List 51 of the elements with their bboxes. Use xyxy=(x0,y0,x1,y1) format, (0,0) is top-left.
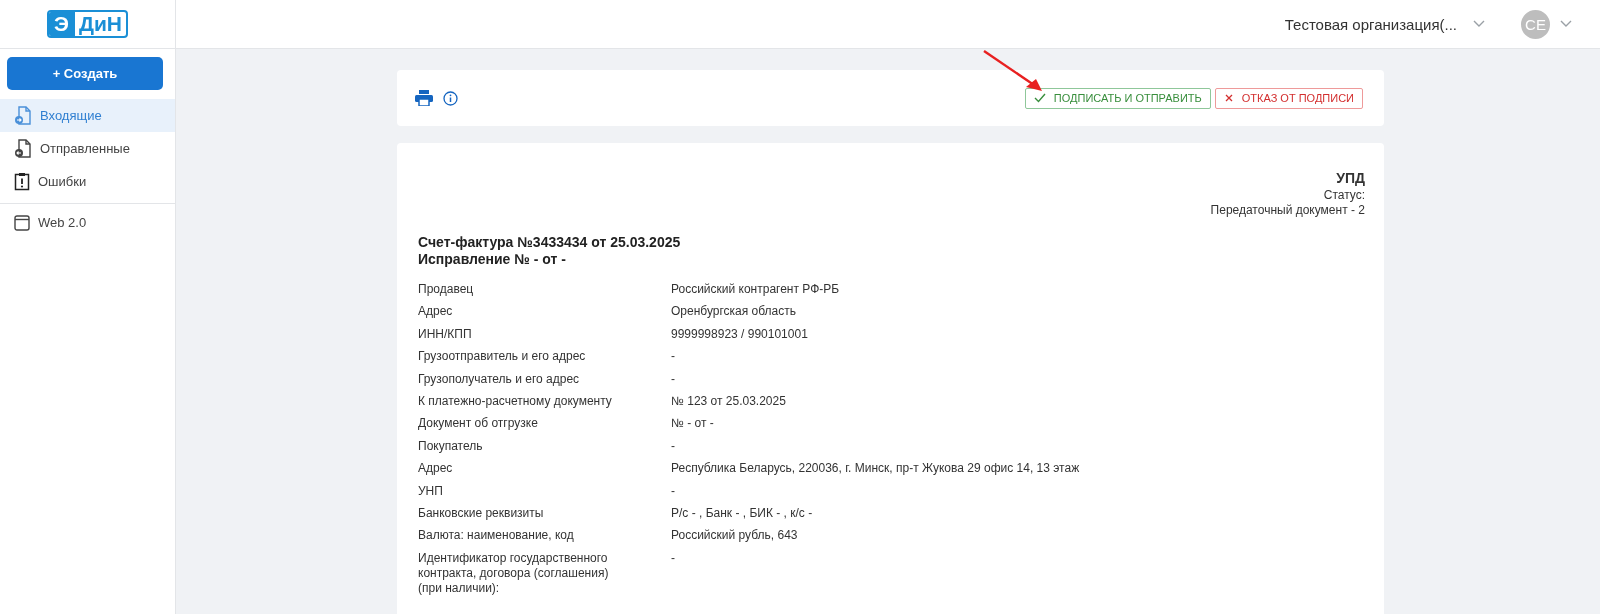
field-value: - xyxy=(671,550,676,567)
info-icon[interactable] xyxy=(443,90,458,106)
sidebar-item[interactable]: Ошибки xyxy=(0,165,175,198)
field-label: Адрес xyxy=(418,304,454,320)
field-value: 9999998923 / 990101001 xyxy=(671,326,809,342)
document-function: Передаточный документ - 2 xyxy=(1209,203,1365,218)
correction-line: Исправление № - от - xyxy=(418,251,567,268)
sidebar-item[interactable]: Входящие xyxy=(0,99,175,132)
field-value: Российский контрагент РФ-РБ xyxy=(671,282,841,297)
field-label: К платежно-расчетному документу xyxy=(418,393,613,409)
field-value: № - от - xyxy=(671,416,715,432)
field-label: Грузоотправитель и его адрес xyxy=(418,349,587,365)
create-button[interactable]: + Создать xyxy=(7,57,163,90)
chevron-down-icon[interactable] xyxy=(1560,20,1572,28)
printer-icon[interactable] xyxy=(415,90,433,106)
field-value: - xyxy=(671,438,676,454)
field-label: Банковские реквизиты xyxy=(418,505,545,521)
organization-selector[interactable]: Тестовая организация(... xyxy=(1284,15,1457,33)
status-label: Статус: xyxy=(1322,188,1365,203)
document-title: Счет-фактура №3433434 от 25.03.2025 xyxy=(418,234,682,251)
field-value: Российский рубль, 643 xyxy=(671,528,799,544)
document-type: УПД xyxy=(1335,169,1365,188)
clipboard-alert-icon xyxy=(14,172,30,191)
logo[interactable]: Э ДиН xyxy=(47,10,128,38)
field-value: Р/с - , Банк - , БИК - , к/с - xyxy=(671,505,814,521)
field-value: - xyxy=(671,371,676,387)
field-label: Покупатель xyxy=(418,438,484,454)
field-label: Идентификатор государственного контракта, договора (соглашения) (при наличии): xyxy=(418,550,610,596)
close-icon xyxy=(1223,93,1234,103)
field-label: Адрес xyxy=(418,461,454,477)
field-value: - xyxy=(671,349,676,365)
reject-signature-button[interactable]: ОТКАЗ ОТ ПОДПИСИ xyxy=(1214,87,1363,109)
field-label: Валюта: наименование, код xyxy=(418,528,575,544)
sidebar-item[interactable]: Отправленные xyxy=(0,132,175,165)
field-value: - xyxy=(671,483,676,499)
document-out-icon xyxy=(14,138,32,159)
field-label: УНП xyxy=(418,483,444,499)
field-label: Грузополучатель и его адрес xyxy=(418,371,581,387)
field-label: ИНН/КПП xyxy=(418,326,473,342)
chevron-down-icon[interactable] xyxy=(1473,20,1485,28)
check-icon xyxy=(1033,93,1046,103)
field-value: № 123 от 25.03.2025 xyxy=(671,393,787,409)
window-icon xyxy=(14,214,30,231)
field-label: Продавец xyxy=(418,282,475,297)
field-value: Республика Беларусь, 220036, г. Минск, пр-т Жукова 29 офис 14, 13 этаж xyxy=(671,461,1081,477)
field-value: Оренбургская область xyxy=(671,304,798,320)
annotation-arrow xyxy=(982,49,1044,93)
sign-and-send-button[interactable]: ПОДПИСАТЬ И ОТПРАВИТЬ xyxy=(1024,87,1211,109)
sidebar-item[interactable]: Web 2.0 xyxy=(0,206,175,239)
field-label: Документ об отгрузке xyxy=(418,416,539,432)
document-in-icon xyxy=(14,105,32,126)
